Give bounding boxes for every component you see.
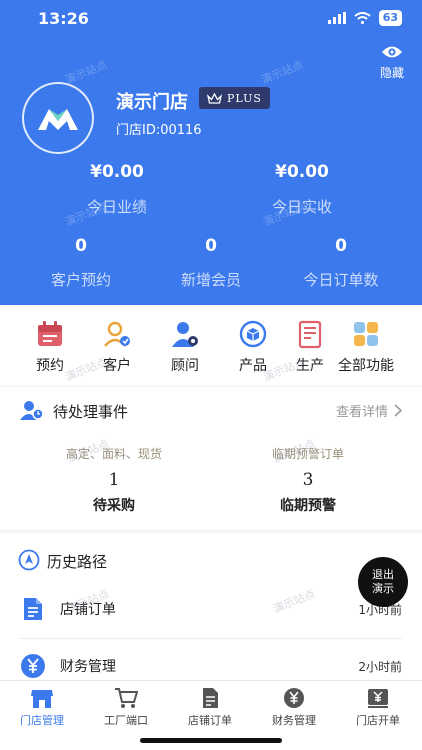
production-icon [298, 320, 322, 349]
tab-store-billing[interactable]: 门店开单 [336, 687, 420, 728]
store-name: 演示门店 [116, 92, 188, 113]
crown-icon [207, 92, 222, 104]
document-icon [24, 598, 42, 620]
orders-today-value: 0 [335, 236, 347, 256]
exit-demo-line2: 演示 [372, 582, 394, 595]
history-title: 历史路径 [47, 553, 108, 571]
cashier-icon [368, 689, 388, 708]
history-section: 历史路径 店铺订单 1小时前 财务管理 2小时前 演示站点 演示站点 [0, 533, 422, 681]
tab-label: 财务管理 [272, 714, 316, 727]
quick-label: 生产 [296, 358, 324, 374]
yuan-icon [21, 654, 45, 678]
expiry-warning-subtitle: 临期预警订单 [271, 447, 344, 461]
pending-purchase-count[interactable]: 1 [24, 470, 204, 490]
chevron-right-icon [394, 404, 402, 417]
quick-item-product[interactable]: 产品 [223, 319, 283, 375]
compass-icon [18, 549, 40, 571]
customer-icon [104, 321, 130, 347]
today-performance-value: ¥0.00 [90, 162, 144, 182]
tab-factory-port[interactable]: 工厂端口 [84, 687, 168, 728]
hide-amounts-toggle[interactable]: 隐藏 [380, 44, 404, 81]
battery-indicator: 63 [378, 10, 402, 26]
product-icon [239, 320, 267, 348]
all-functions-icon [354, 322, 378, 346]
tab-store-management[interactable]: 门店管理 [0, 687, 84, 728]
quick-menu: 预约 客户 顾问 产品 生产 全部功能 演示站点 演示站点 [0, 305, 422, 385]
history-item-store-orders[interactable]: 店铺订单 1小时前 [20, 581, 402, 637]
plus-text: PLUS [227, 91, 262, 105]
pending-purchase-label[interactable]: 待采购 [24, 495, 204, 515]
store-icon [31, 690, 53, 708]
store-header: 13:26 63 隐藏 演示门店 PLUS 门店ID:00116 ¥0.00 今… [0, 0, 422, 305]
history-item-label: 店铺订单 [60, 602, 116, 618]
exit-demo-line1: 退出 [372, 568, 394, 581]
history-item-time: 2小时前 [358, 659, 402, 674]
quick-label: 客户 [103, 358, 131, 374]
yuan-icon [284, 688, 304, 708]
tab-store-orders[interactable]: 店铺订单 [168, 687, 252, 728]
store-logo-icon [38, 109, 78, 130]
home-indicator [140, 738, 282, 743]
status-icons: 63 [327, 10, 402, 26]
wifi-icon [354, 12, 371, 24]
history-item-label: 财务管理 [60, 659, 116, 675]
plus-badge: PLUS [199, 87, 270, 109]
exit-demo-button[interactable]: 退出 演示 [358, 557, 408, 607]
quick-label: 顾问 [171, 358, 199, 374]
status-time: 13:26 [38, 9, 89, 28]
hide-label: 隐藏 [379, 66, 404, 80]
quick-item-advisor[interactable]: 顾问 [155, 319, 215, 375]
tab-label: 门店开单 [356, 714, 400, 727]
new-members-label: 新增会员 [180, 271, 241, 289]
appointments-value: 0 [75, 236, 87, 256]
quick-item-all-functions[interactable]: 全部功能 [336, 319, 396, 375]
new-members-value: 0 [205, 236, 217, 256]
advisor-icon [172, 322, 198, 347]
store-avatar[interactable] [22, 82, 94, 154]
today-received-label: 今日实收 [271, 198, 332, 216]
quick-label: 产品 [239, 358, 267, 374]
watermark: 演示站点 [259, 58, 306, 87]
quick-item-customer[interactable]: 客户 [87, 319, 147, 375]
today-performance-label: 今日业绩 [86, 198, 147, 216]
quick-label: 预约 [36, 358, 64, 374]
eye-icon [381, 46, 402, 58]
store-id: 门店ID:00116 [116, 123, 202, 138]
orders-today-label: 今日订单数 [303, 271, 379, 289]
quick-item-production[interactable]: 生产 [280, 319, 340, 375]
pending-user-icon [20, 401, 44, 420]
view-details-label: 查看详情 [335, 405, 388, 420]
tab-label: 工厂端口 [104, 714, 148, 727]
cart-icon [115, 688, 138, 708]
tab-finance[interactable]: 财务管理 [252, 687, 336, 728]
signal-icon [327, 12, 346, 24]
calendar-icon [38, 321, 62, 346]
pending-events-section: 待处理事件 查看详情 高定、面料、现货 1 待采购 临期预警订单 3 临期预警 … [0, 387, 422, 529]
status-bar: 13:26 63 [0, 0, 422, 36]
pending-title: 待处理事件 [53, 403, 129, 421]
view-details-link[interactable]: 查看详情 [336, 401, 402, 420]
quick-label: 全部功能 [338, 358, 394, 374]
document-icon [203, 688, 218, 708]
pending-purchase-subtitle: 高定、面料、现货 [65, 447, 162, 461]
expiry-warning-label[interactable]: 临期预警 [218, 495, 398, 515]
appointments-label: 客户预约 [50, 271, 111, 289]
expiry-warning-count[interactable]: 3 [218, 470, 398, 490]
today-received-value: ¥0.00 [275, 162, 329, 182]
quick-item-appointment[interactable]: 预约 [20, 319, 80, 375]
tab-label: 门店管理 [20, 714, 64, 727]
tab-label: 店铺订单 [188, 714, 232, 727]
